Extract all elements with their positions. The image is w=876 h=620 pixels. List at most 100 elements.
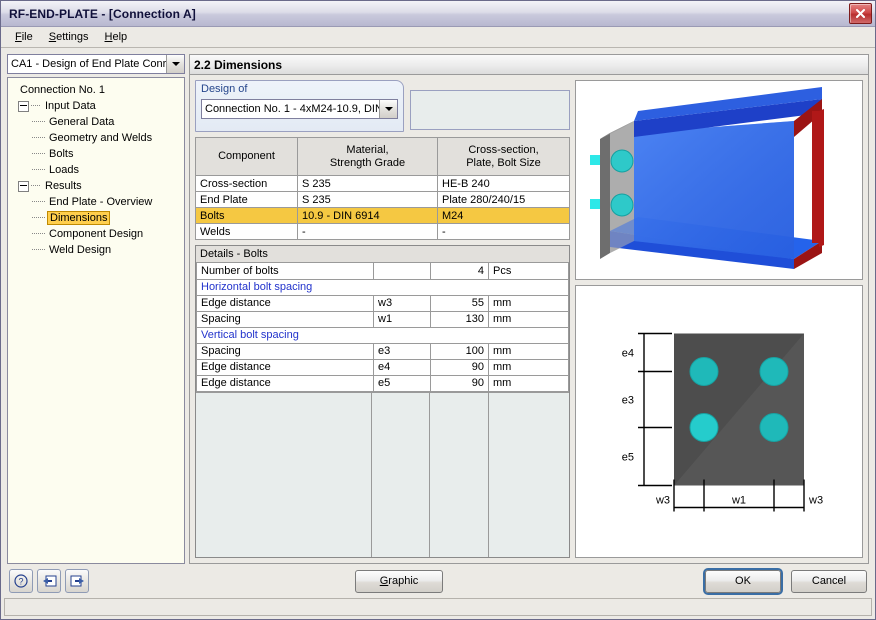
col-header-material: Material, Strength Grade [297,137,438,176]
menu-item-help[interactable]: Help [97,29,136,45]
cell-label: Edge distance [196,359,374,376]
tree-item-label: Bolts [49,148,74,160]
cell-value: 90 [430,359,489,376]
cell-material: S 235 [297,191,438,208]
details-group-label: Horizontal bolt spacing [196,279,569,296]
empty-info-panel [410,90,570,130]
cell-value: 90 [430,375,489,392]
tree-connector [32,201,45,203]
graphic-accel: G [379,575,389,587]
dim-label-horizontal-0: w3 [655,495,670,507]
menu-file-accel: F [15,31,22,43]
design-of-legend: Design of [201,83,248,95]
cell-unit: mm [488,343,569,360]
details-empty-filler [196,391,569,557]
case-selector-combo[interactable]: CA1 - Design of End Plate Conr [7,54,185,74]
cell-component: Cross-section [195,175,298,192]
tree-item-general-data[interactable]: General Data [12,114,182,130]
cell-size: - [437,223,570,240]
design-of-groupbox: Design of Connection No. 1 - 4xM24-10.9,… [195,80,404,132]
main-area: CA1 - Design of End Plate Conr Connectio… [1,48,875,564]
cell-unit: mm [488,311,569,328]
cell-label: Spacing [196,311,374,328]
table-row[interactable]: Cross-section S 235 HE-B 240 [195,175,570,192]
tree-item-label: Results [45,180,82,192]
filler-col-symbol [372,392,430,557]
tree-item-label: Input Data [45,100,96,112]
next-page-icon[interactable] [65,569,89,593]
cell-value: 4 [430,263,489,280]
chevron-down-icon[interactable] [166,55,184,73]
tree-item-label: Weld Design [49,244,112,256]
tree-item-component-design[interactable]: Component Design [12,226,182,242]
details-row[interactable]: Spacing e3 100 mm [196,343,569,360]
content-body: Design of Connection No. 1 - 4xM24-10.9,… [190,75,868,563]
tree-item-end-plate-overview[interactable]: End Plate - Overview [12,194,182,210]
cell-value: 55 [430,295,489,312]
table-row[interactable]: Welds - - [195,223,570,240]
tree-item-results[interactable]: Results [12,178,182,194]
tree-item-geometry-and-welds[interactable]: Geometry and Welds [12,130,182,146]
previous-page-icon[interactable] [37,569,61,593]
cell-material: - [297,223,438,240]
details-row[interactable]: Edge distance e5 90 mm [196,375,569,392]
details-row[interactable]: Spacing w1 130 mm [196,311,569,328]
cell-symbol: w1 [373,311,431,328]
details-title: Details - Bolts [196,246,569,263]
details-group-row[interactable]: Vertical bolt spacing [196,327,569,344]
tree-connector [31,185,40,187]
svg-text:?: ? [18,577,23,587]
cancel-button[interactable]: Cancel [791,569,867,593]
table-row[interactable]: Bolts 10.9 - DIN 6914 M24 [195,207,570,224]
navigation-tree: Connection No. 1 Input Data General Data Ge… [7,77,185,564]
data-column: Design of Connection No. 1 - 4xM24-10.9,… [195,80,570,558]
chevron-down-icon[interactable] [379,100,397,118]
table-row[interactable]: End Plate S 235 Plate 280/240/15 [195,191,570,208]
dialog-button-bar: ? Graphic OK Cancel [1,564,875,598]
cell-unit: mm [488,295,569,312]
menu-item-settings[interactable]: Settings [41,29,97,45]
tree-item-loads[interactable]: Loads [12,162,182,178]
details-row[interactable]: Edge distance e4 90 mm [196,359,569,376]
tree-item-label: Dimensions [47,211,111,225]
details-panel: Details - Bolts Number of bolts 4 Pcs Horiz… [195,245,570,558]
menu-file-rest: ile [21,31,33,43]
case-selector-value: CA1 - Design of End Plate Conr [11,58,166,70]
status-bar [4,598,872,616]
component-table-head: Component Material, Strength Grade Cross… [195,137,570,176]
connection-3d-view[interactable] [575,80,863,280]
graphic-button[interactable]: Graphic [355,569,443,593]
cell-unit: mm [488,375,569,392]
cell-label: Spacing [196,343,374,360]
tree-item-bolts[interactable]: Bolts [12,146,182,162]
details-row[interactable]: Edge distance w3 55 mm [196,295,569,312]
details-group-row[interactable]: Horizontal bolt spacing [196,279,569,296]
tree-item-weld-design[interactable]: Weld Design [12,242,182,258]
graphic-rest: raphic [388,575,419,587]
tree-connector [32,169,45,171]
dim-label-horizontal-2: w3 [808,495,823,507]
dim-label-vertical-e3: e3 [622,395,634,407]
details-row[interactable]: Number of bolts 4 Pcs [196,263,569,280]
navigator-panel: CA1 - Design of End Plate Conr Connectio… [7,54,185,564]
tree-expander-icon[interactable] [18,180,29,192]
tree-connector [32,153,45,155]
tree-item-input-data[interactable]: Input Data [12,98,182,114]
cell-symbol [373,263,431,280]
design-of-combo[interactable]: Connection No. 1 - 4xM24-10.9, DIN 6914 … [201,99,398,119]
ok-button[interactable]: OK [705,569,781,593]
bolt-layout-2d-view[interactable]: e4 e3 e5 w3 w1 w3 [575,285,863,558]
tree-item-dimensions[interactable]: Dimensions [12,210,182,226]
cancel-button-label: Cancel [811,575,847,587]
tree-item-connection-no-1[interactable]: Connection No. 1 [12,82,182,98]
ok-button-label: OK [735,575,751,587]
close-icon[interactable] [849,3,872,24]
tree-expander-icon[interactable] [18,100,29,112]
help-icon[interactable]: ? [9,569,33,593]
cell-symbol: e4 [373,359,431,376]
col-header-component: Component [195,137,298,176]
tree-item-label: Geometry and Welds [49,132,153,144]
component-table: Component Material, Strength Grade Cross… [195,137,570,240]
menu-item-file[interactable]: File [7,29,41,45]
tree-connector [31,105,40,107]
